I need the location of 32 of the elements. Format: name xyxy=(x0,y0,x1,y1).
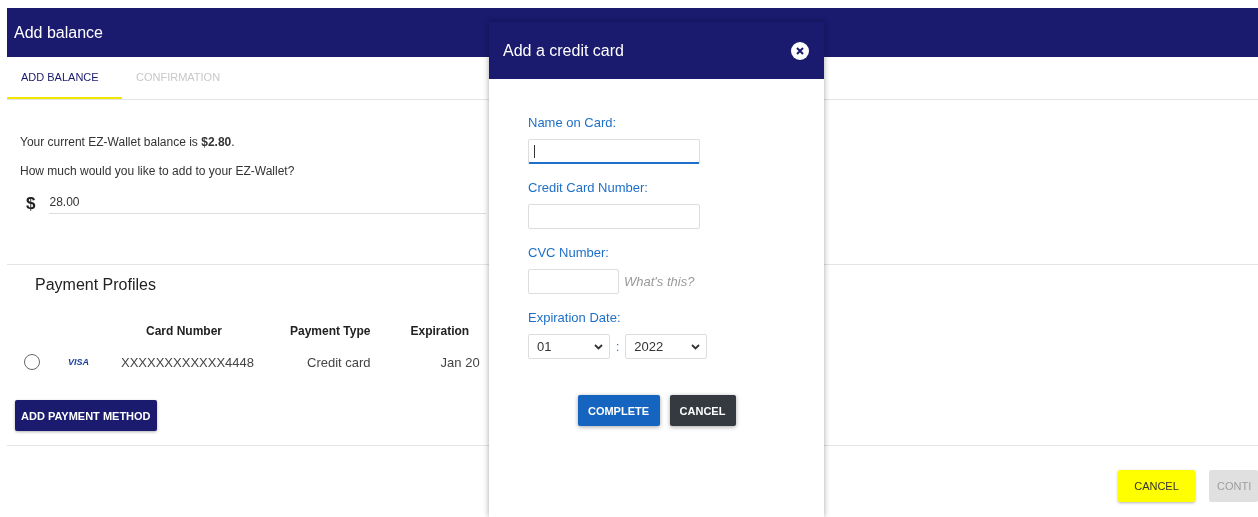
tab[interactable]: ADD BALANCE xyxy=(7,57,122,99)
input-field[interactable] xyxy=(528,204,700,229)
month-select[interactable]: 01 xyxy=(528,334,610,359)
field-label: Credit Card Number: xyxy=(528,180,649,195)
currency-symbol: $ xyxy=(26,194,36,214)
separator-text: : xyxy=(616,339,620,354)
complete-button[interactable]: COMPLETE xyxy=(577,395,660,426)
close-icon[interactable] xyxy=(791,41,809,60)
table-cell: Credit card xyxy=(307,354,371,370)
field-label: CVC Number: xyxy=(528,245,610,260)
column-header: Card Number xyxy=(146,324,222,338)
balance-text: Your current EZ-Wallet balance is $2.80. xyxy=(20,135,235,149)
cancel-button[interactable]: CANCEL xyxy=(1118,470,1195,502)
page-title: Add balance xyxy=(14,23,103,42)
input-field[interactable] xyxy=(528,269,619,294)
amount-field[interactable]: 28.00 xyxy=(49,195,487,214)
year-select[interactable]: 2022 xyxy=(625,334,708,359)
table-cell: XXXXXXXXXXXX4448 xyxy=(121,354,254,370)
cancel-button[interactable]: CANCEL xyxy=(669,395,736,426)
card-brand-logo: VISA xyxy=(68,357,89,367)
field-label: Expiration Date: xyxy=(528,310,622,325)
table-cell: Jan 20 xyxy=(440,354,480,370)
chevron-down-icon xyxy=(691,343,701,350)
section-title: Payment Profiles xyxy=(35,276,156,294)
add-payment-method-button[interactable]: ADD PAYMENT METHOD xyxy=(15,400,157,431)
chevron-down-icon xyxy=(594,343,603,350)
column-header: Payment Type xyxy=(290,324,371,338)
dialog-title: Add a credit card xyxy=(503,41,624,60)
column-header: Expiration xyxy=(410,324,470,338)
field-label: Name on Card: xyxy=(528,115,618,130)
question-text: How much would you like to add to your EZ-Wallet? xyxy=(20,164,296,178)
input-field[interactable] xyxy=(528,139,700,164)
